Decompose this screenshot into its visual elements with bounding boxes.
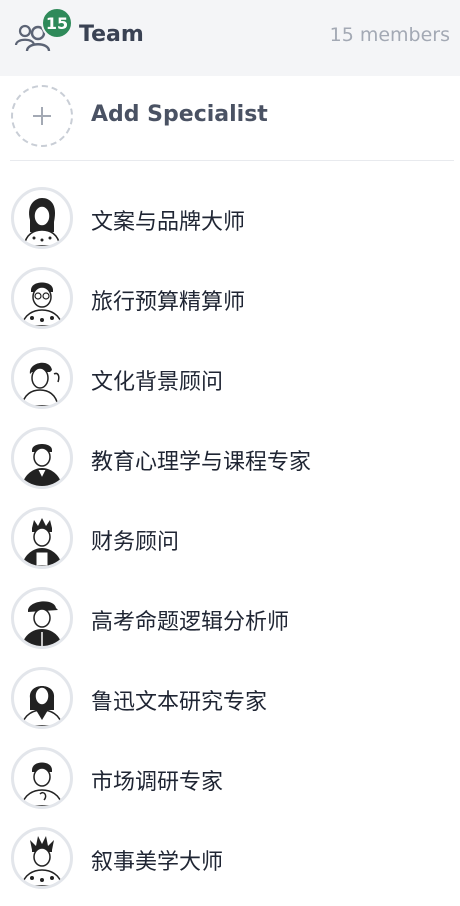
avatar-illustration-icon: [21, 282, 63, 326]
specialist-item[interactable]: 教育心理学与课程专家: [0, 426, 460, 506]
specialist-name: 高考命题逻辑分析师: [91, 610, 290, 635]
avatar: [11, 507, 73, 569]
avatar: [11, 827, 73, 889]
specialist-name: 旅行预算精算师: [91, 290, 246, 315]
specialist-item[interactable]: 高考命题逻辑分析师: [0, 586, 460, 666]
avatar: [11, 587, 73, 649]
avatar-illustration-icon: [21, 836, 63, 886]
specialist-list: 文案与品牌大师 旅行预算精算师 文化背景顾问 教育心理学与课程专家 财务顾问 高…: [0, 186, 460, 906]
page-title: Team: [79, 22, 144, 47]
specialist-item[interactable]: 财务顾问: [0, 506, 460, 586]
specialist-name: 市场调研专家: [91, 770, 224, 795]
avatar-illustration-icon: [22, 601, 62, 646]
specialist-name: 叙事美学大师: [91, 850, 224, 875]
specialist-name: 教育心理学与课程专家: [91, 450, 312, 475]
avatar: [11, 267, 73, 329]
member-count-text: 15 members: [329, 24, 450, 46]
specialist-name: 鲁迅文本研究专家: [91, 690, 268, 715]
specialist-item[interactable]: 文案与品牌大师: [0, 186, 460, 266]
add-specialist-label: Add Specialist: [91, 102, 268, 127]
avatar-illustration-icon: [22, 444, 62, 486]
specialist-item[interactable]: 市场调研专家: [0, 746, 460, 826]
specialist-item[interactable]: 旅行预算精算师: [0, 266, 460, 346]
avatar-illustration-icon: [21, 362, 60, 406]
divider: [10, 160, 454, 161]
team-icon-container[interactable]: 15: [13, 7, 73, 56]
team-header: 15 Team 15 members: [0, 0, 460, 76]
avatar: [11, 347, 73, 409]
specialist-name: 财务顾问: [91, 530, 180, 555]
plus-icon: [33, 107, 51, 125]
avatar-illustration-icon: [22, 518, 62, 566]
member-count-badge: 15: [41, 7, 73, 39]
add-circle: [11, 85, 73, 147]
avatar-illustration-icon: [23, 198, 61, 246]
avatar: [11, 667, 73, 729]
avatar: [11, 427, 73, 489]
specialist-name: 文化背景顾问: [91, 370, 224, 395]
avatar: [11, 187, 73, 249]
specialist-name: 文案与品牌大师: [91, 210, 246, 235]
add-specialist-button[interactable]: Add Specialist: [0, 84, 460, 150]
avatar-illustration-icon: [21, 686, 63, 726]
specialist-item[interactable]: 叙事美学大师: [0, 826, 460, 906]
avatar: [11, 747, 73, 809]
specialist-item[interactable]: 鲁迅文本研究专家: [0, 666, 460, 746]
specialist-item[interactable]: 文化背景顾问: [0, 346, 460, 426]
avatar-illustration-icon: [21, 762, 63, 806]
